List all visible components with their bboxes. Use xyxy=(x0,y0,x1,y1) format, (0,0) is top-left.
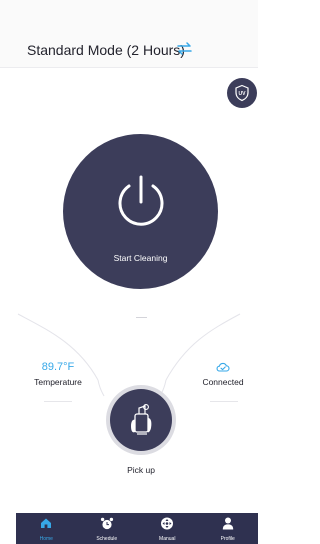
connection-label: Connected xyxy=(202,377,244,387)
uv-badge-text: UV xyxy=(239,91,247,97)
home-icon xyxy=(41,518,52,528)
connection-underline xyxy=(210,401,238,402)
tab-home-label: Home xyxy=(39,536,53,542)
pickup-button[interactable] xyxy=(110,389,172,451)
start-cleaning-label: Start Cleaning xyxy=(113,253,168,263)
top-header: Standard Mode (2 Hours) xyxy=(0,0,258,68)
alarm-clock-icon xyxy=(100,517,113,530)
uv-button[interactable]: UV xyxy=(227,78,257,108)
dpad-icon xyxy=(161,517,174,530)
mode-title[interactable]: Standard Mode (2 Hours) xyxy=(27,42,185,58)
tab-schedule-label: Schedule xyxy=(96,536,118,542)
pickup-label: Pick up xyxy=(127,465,155,475)
power-icon xyxy=(118,175,164,226)
tab-manual-label: Manual xyxy=(159,536,176,542)
hand-pickup-icon xyxy=(131,404,152,435)
uv-shield-icon: UV xyxy=(235,84,249,102)
temperature-label: Temperature xyxy=(34,377,82,387)
tab-manual[interactable]: Manual xyxy=(137,513,198,544)
cloud-check-icon xyxy=(216,362,230,372)
tab-schedule[interactable]: Schedule xyxy=(77,513,138,544)
start-cleaning-button[interactable]: Start Cleaning xyxy=(63,134,218,289)
tab-profile-label: Profile xyxy=(220,536,235,542)
temperature-underline xyxy=(44,401,72,402)
temperature-value: 89.7°F xyxy=(41,361,75,373)
person-icon xyxy=(222,517,233,530)
pickup-button-ring xyxy=(106,385,176,455)
tab-home[interactable]: Home xyxy=(16,513,77,544)
swap-arrows-icon[interactable] xyxy=(176,40,193,57)
bottom-tab-bar: Home Schedule Manual Profile xyxy=(16,513,258,544)
tab-profile[interactable]: Profile xyxy=(198,513,259,544)
